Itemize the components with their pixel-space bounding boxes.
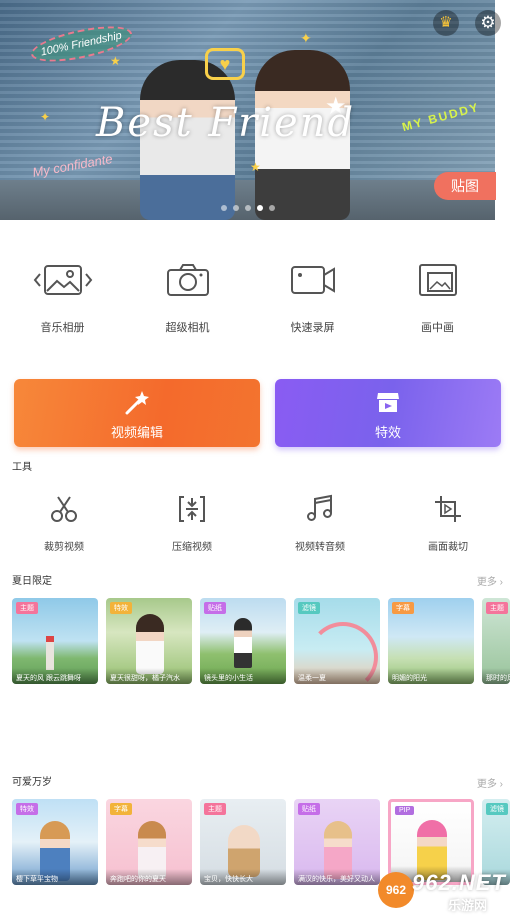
- person-image: [234, 618, 252, 668]
- lighthouse-image: [46, 636, 54, 670]
- feature-super-camera[interactable]: 超级相机: [125, 262, 250, 335]
- music-note-icon: [256, 493, 384, 525]
- chevron-right-icon: ›: [499, 779, 503, 790]
- pagination-dot[interactable]: [269, 205, 275, 211]
- card-caption: 夏天很甜呀，橘子汽水: [106, 668, 192, 684]
- cute-section-title: 可爱万岁: [12, 777, 52, 788]
- card-badge: 主题: [486, 602, 508, 614]
- feature-label: 音乐相册: [40, 322, 85, 334]
- card-badge: 字幕: [392, 602, 414, 614]
- card-badge: 特效: [16, 803, 38, 815]
- card-caption: 奔跑吧的你的夏天: [106, 869, 192, 885]
- card-badge: 字幕: [110, 803, 132, 815]
- template-card[interactable]: 贴纸 满汉的快乐，美好又动人: [294, 799, 380, 885]
- template-card[interactable]: 滤镜 温柔一夏: [294, 598, 380, 684]
- effects-button[interactable]: 特效: [275, 379, 501, 447]
- crop-icon: [384, 493, 512, 525]
- star-icon: ✦: [40, 110, 51, 124]
- summer-cards: 主题 夏天的风 跟云跳舞呀 特效 夏天很甜呀，橘子汽水 贴纸 镜头里的小生活 滤…: [12, 598, 510, 684]
- settings-gear-icon[interactable]: ⚙: [475, 10, 501, 36]
- video-edit-button[interactable]: 视频编辑: [14, 379, 260, 447]
- tool-compress-video[interactable]: 压缩视频: [128, 493, 256, 553]
- tool-label: 视频转音频: [295, 542, 345, 553]
- feature-label: 快速录屏: [290, 322, 335, 334]
- scissors-icon: [0, 493, 128, 525]
- template-card[interactable]: 主题 夏天的风 跟云跳舞呀: [12, 598, 98, 684]
- template-card[interactable]: 贴纸 镜头里的小生活: [200, 598, 286, 684]
- cute-more-link[interactable]: 更多 ›: [477, 775, 503, 790]
- effects-store-icon: [275, 389, 501, 415]
- magic-wand-icon: [14, 389, 260, 415]
- pagination-dot[interactable]: [245, 205, 251, 211]
- star-icon: ★: [110, 54, 121, 68]
- template-card[interactable]: 特效 夏天很甜呀，橘子汽水: [106, 598, 192, 684]
- card-badge: PIP: [395, 806, 415, 815]
- watermark-sub-text: 乐游网: [448, 898, 488, 913]
- card-badge: 特效: [110, 602, 132, 614]
- tool-crop-frame[interactable]: 画面裁切: [384, 493, 512, 553]
- banner-pagination: [221, 205, 275, 211]
- tool-label: 画面裁切: [428, 542, 468, 553]
- template-card[interactable]: 主题 宝贝，快快长大: [200, 799, 286, 885]
- effects-label: 特效: [374, 425, 401, 440]
- watermark-main-text: 962.NET: [412, 870, 506, 895]
- more-label: 更多: [476, 577, 497, 588]
- chevron-right-icon: ›: [499, 577, 503, 588]
- pagination-dot-active[interactable]: [257, 205, 263, 211]
- template-card[interactable]: 主题 那时的风: [482, 598, 510, 684]
- compress-icon: [128, 493, 256, 525]
- tool-label: 压缩视频: [172, 542, 212, 553]
- more-label: 更多: [476, 779, 497, 790]
- video-edit-label: 视频编辑: [110, 425, 163, 440]
- card-caption: 宝贝，快快长大: [200, 869, 286, 885]
- card-badge: 贴纸: [204, 602, 226, 614]
- vip-crown-icon[interactable]: ♛: [433, 10, 459, 36]
- photo-carousel-icon: [0, 262, 125, 298]
- sticker-button[interactable]: 贴图: [434, 172, 496, 200]
- hero-banner[interactable]: 100% Friendship ♥ ★ ✦ ★ ✦ ★ Best Friend …: [0, 0, 495, 220]
- screen-record-icon: [250, 262, 375, 298]
- camera-icon: [125, 262, 250, 298]
- pagination-dot[interactable]: [221, 205, 227, 211]
- card-caption: 樱下草平宝物: [12, 869, 98, 885]
- card-badge: 滤镜: [298, 602, 320, 614]
- main-feature-row: 音乐相册 超级相机 快速录屏 画中画: [0, 262, 515, 335]
- card-caption: 明媚的阳光: [388, 668, 474, 684]
- star-icon: ★: [250, 160, 261, 174]
- feature-label: 超级相机: [165, 322, 210, 334]
- template-card[interactable]: 字幕 明媚的阳光: [388, 598, 474, 684]
- pagination-dot[interactable]: [233, 205, 239, 211]
- card-caption: 满汉的快乐，美好又动人: [294, 869, 380, 885]
- tools-section-title: 工具: [12, 462, 32, 473]
- feature-music-album[interactable]: 音乐相册: [0, 262, 125, 335]
- card-caption: 温柔一夏: [294, 668, 380, 684]
- feature-picture-in-picture[interactable]: 画中画: [375, 262, 500, 335]
- site-watermark: 962 962.NET 乐游网: [378, 868, 515, 916]
- summer-section-title: 夏日限定: [12, 576, 52, 587]
- girl-image: [136, 614, 164, 674]
- tool-video-to-audio[interactable]: 视频转音频: [256, 493, 384, 553]
- card-caption: 镜头里的小生活: [200, 668, 286, 684]
- card-badge: 主题: [204, 803, 226, 815]
- card-badge: 滤镜: [486, 803, 508, 815]
- summer-more-link[interactable]: 更多 ›: [477, 573, 503, 588]
- heart-bubble-icon: ♥: [205, 48, 245, 80]
- banner-ground: [0, 180, 495, 220]
- feature-label: 画中画: [421, 322, 454, 334]
- template-card[interactable]: 字幕 奔跑吧的你的夏天: [106, 799, 192, 885]
- tool-trim-video[interactable]: 裁剪视频: [0, 493, 128, 553]
- card-badge: 贴纸: [298, 803, 320, 815]
- tool-label: 裁剪视频: [44, 542, 84, 553]
- tools-row: 裁剪视频 压缩视频 视频转音频 画面裁切: [0, 493, 515, 553]
- star-icon: ✦: [300, 30, 312, 46]
- watermark-logo: 962: [378, 872, 414, 908]
- card-badge: 主题: [16, 602, 38, 614]
- feature-screen-record[interactable]: 快速录屏: [250, 262, 375, 335]
- card-caption: 夏天的风 跟云跳舞呀: [12, 668, 98, 684]
- card-caption: 那时的风: [482, 668, 510, 684]
- template-card[interactable]: 特效 樱下草平宝物: [12, 799, 98, 885]
- picture-in-picture-icon: [375, 262, 500, 298]
- banner-title: Best Friend: [96, 100, 356, 146]
